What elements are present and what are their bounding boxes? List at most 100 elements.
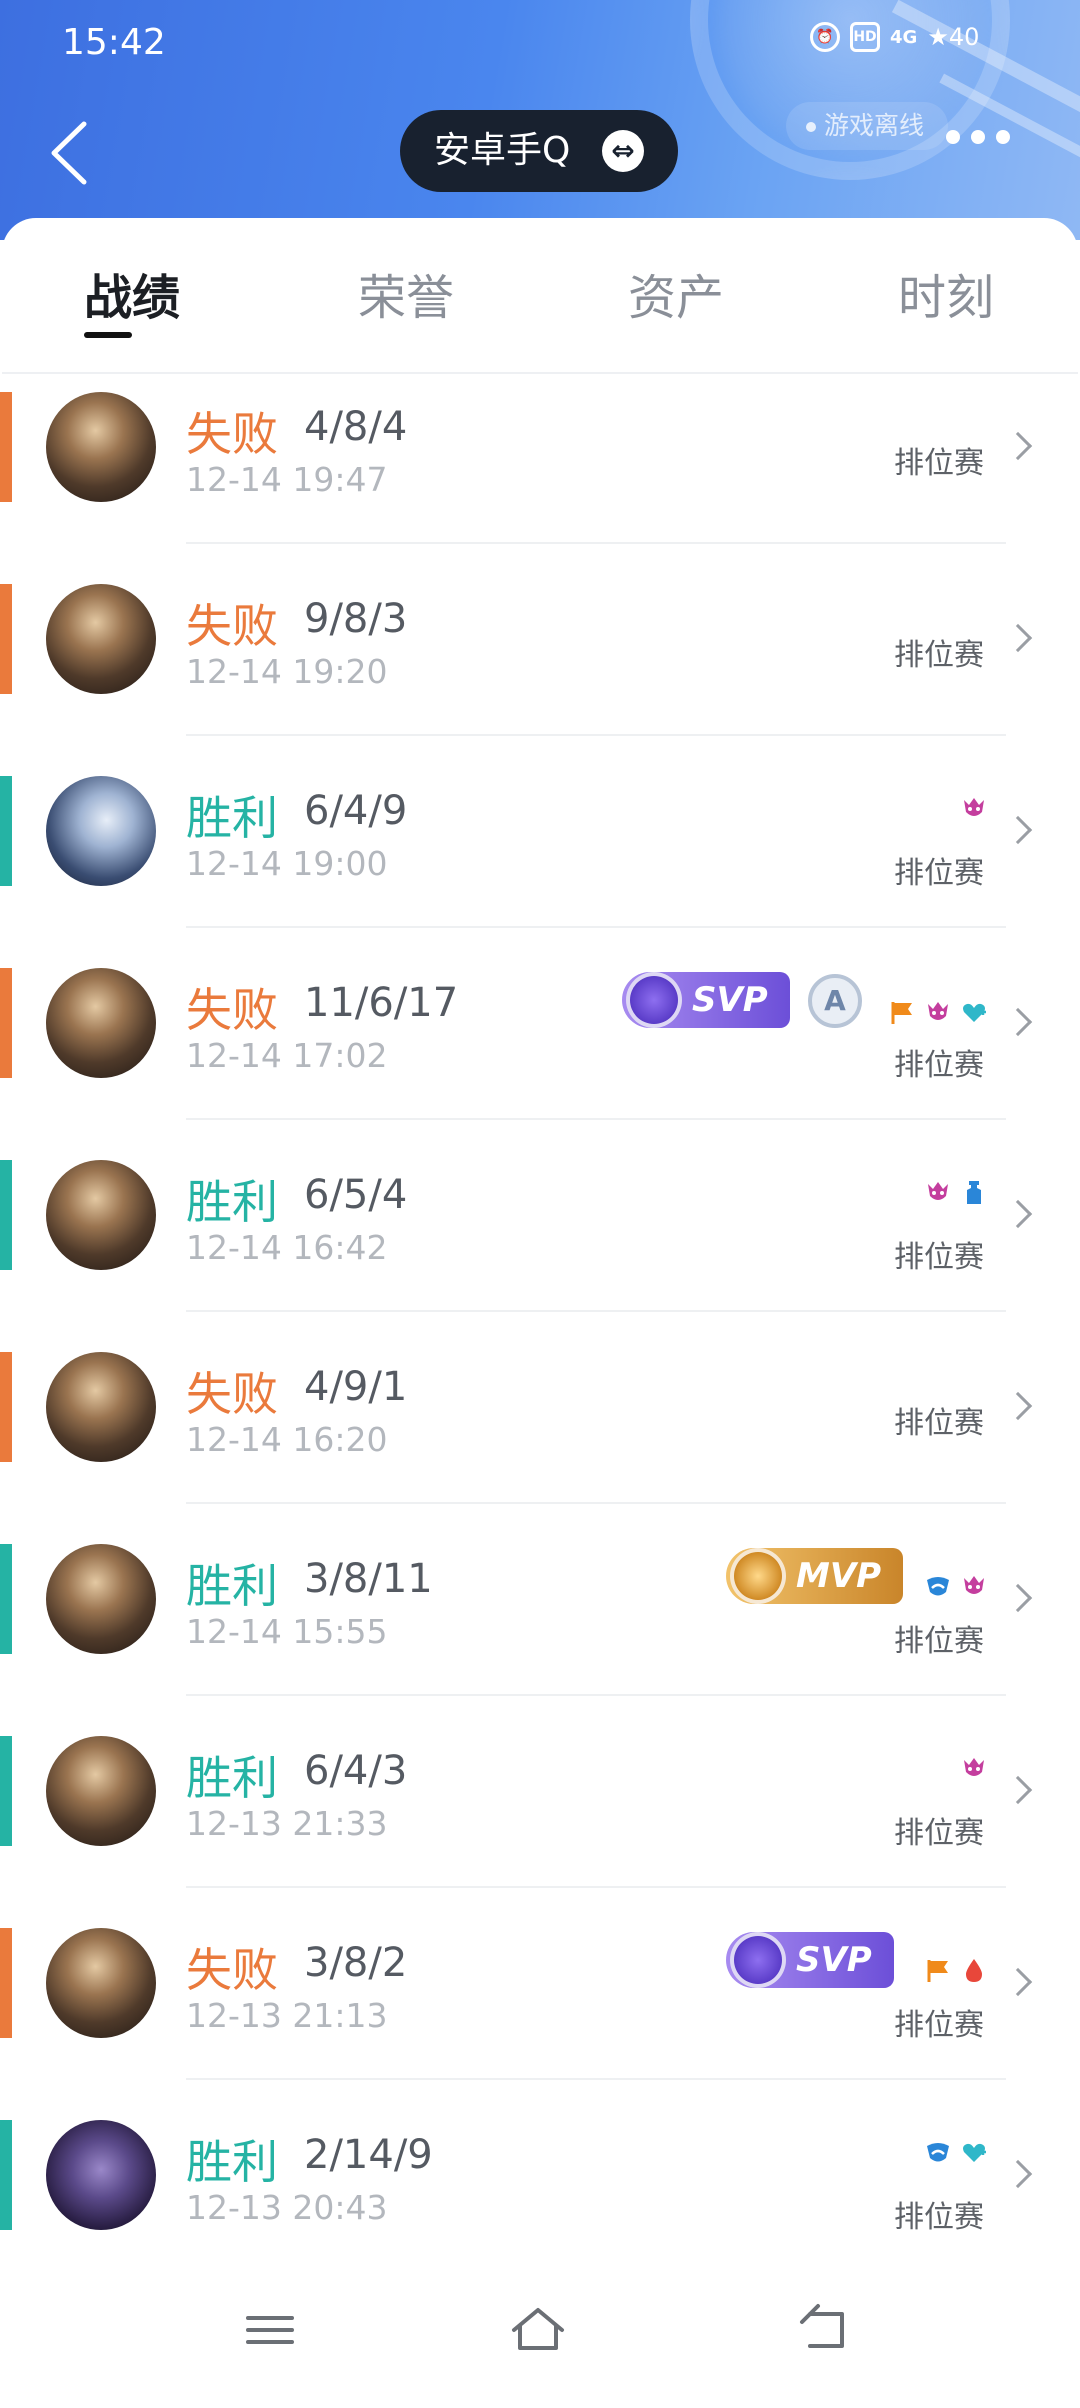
match-kda: 11/6/17 xyxy=(304,980,459,1026)
tab-honor[interactable]: 荣誉 xyxy=(358,258,454,328)
match-row[interactable]: 胜利 3/8/11 12-14 15:55 MVP 排位赛 xyxy=(0,1528,1080,1720)
alarm-icon: ⏰ xyxy=(810,22,840,52)
row-divider xyxy=(186,1118,1006,1120)
tab-record[interactable]: 战绩 xyxy=(84,258,180,338)
match-time: 12-14 17:02 xyxy=(186,1036,388,1075)
status-time: 15:42 xyxy=(62,22,166,63)
row-divider xyxy=(186,2078,1006,2080)
account-switcher[interactable]: 安卓手Q ⇔ xyxy=(400,110,678,192)
match-kda: 4/8/4 xyxy=(304,404,408,450)
match-time: 12-14 16:42 xyxy=(186,1228,388,1267)
match-kda: 2/14/9 xyxy=(304,2132,433,2178)
tab-moments[interactable]: 时刻 xyxy=(898,258,994,328)
tab-assets[interactable]: 资产 xyxy=(628,258,724,328)
match-result: 失败 xyxy=(186,599,278,653)
achievement-tags xyxy=(960,794,988,822)
mvp-badge: MVP xyxy=(726,1548,904,1604)
back-button[interactable] xyxy=(46,118,96,188)
chevron-right-icon xyxy=(1003,431,1033,461)
match-row[interactable]: 失败 4/8/4 12-14 19:47 排位赛 xyxy=(0,376,1080,568)
match-kda: 3/8/2 xyxy=(304,1940,408,1986)
menu-icon[interactable] xyxy=(240,2300,300,2360)
row-divider xyxy=(186,926,1006,928)
chevron-right-icon xyxy=(1003,1199,1033,1229)
svp-label: SVP xyxy=(796,1940,872,1980)
match-mode: 排位赛 xyxy=(894,1816,984,1851)
match-row[interactable]: 失败 3/8/2 12-13 21:13 SVP 排位赛 xyxy=(0,1912,1080,2104)
result-indicator xyxy=(0,584,12,694)
match-row[interactable]: 失败 11/6/17 12-14 17:02 SVP A 排位赛 xyxy=(0,952,1080,1144)
match-mode: 排位赛 xyxy=(894,1048,984,1083)
match-row[interactable]: 失败 4/9/1 12-14 16:20 排位赛 xyxy=(0,1336,1080,1528)
match-row[interactable]: 胜利 6/4/3 12-13 21:33 排位赛 xyxy=(0,1720,1080,1912)
more-dot-icon xyxy=(996,130,1010,144)
mvp-coin-icon xyxy=(730,1548,786,1604)
svp-badge: SVP xyxy=(726,1932,894,1988)
chevron-right-icon xyxy=(1003,2159,1033,2189)
back-icon[interactable] xyxy=(796,2300,856,2360)
match-result: 失败 xyxy=(186,1943,278,1997)
grade-a-badge: A xyxy=(808,974,862,1028)
match-result: 胜利 xyxy=(186,1751,278,1805)
match-time: 12-14 19:47 xyxy=(186,460,388,499)
match-kda: 6/4/9 xyxy=(304,788,408,834)
match-time: 12-13 20:43 xyxy=(186,2188,388,2227)
result-indicator xyxy=(0,776,12,886)
chevron-right-icon xyxy=(1003,1967,1033,1997)
heart-plus-icon xyxy=(963,2143,986,2162)
match-row[interactable]: 胜利 2/14/9 12-13 20:43 排位赛 xyxy=(0,2104,1080,2296)
match-mode: 排位赛 xyxy=(894,446,984,481)
chevron-right-icon xyxy=(1003,1583,1033,1613)
match-kda: 6/5/4 xyxy=(304,1172,408,1218)
chevron-right-icon xyxy=(1003,623,1033,653)
status-dot-icon xyxy=(806,122,816,132)
result-indicator xyxy=(0,1352,12,1462)
hero-avatar xyxy=(46,1928,156,2038)
more-dot-icon xyxy=(971,130,985,144)
match-time: 12-14 19:20 xyxy=(186,652,388,691)
achievement-tags xyxy=(960,1754,988,1782)
match-result: 胜利 xyxy=(186,2135,278,2189)
chevron-left-icon xyxy=(51,121,87,185)
match-result: 失败 xyxy=(186,1367,278,1421)
result-indicator xyxy=(0,2120,12,2230)
swap-icon: ⇔ xyxy=(602,130,644,172)
flag-icon xyxy=(891,1002,912,1024)
match-mode: 排位赛 xyxy=(894,2200,984,2235)
match-mode: 排位赛 xyxy=(894,856,984,891)
match-time: 12-14 16:20 xyxy=(186,1420,388,1459)
flag-icon xyxy=(927,1960,948,1982)
blood-drop-icon xyxy=(966,1959,982,1982)
match-row[interactable]: 胜利 6/5/4 12-14 16:42 排位赛 xyxy=(0,1144,1080,1336)
status-icons: ⏰ HD 4G ★40 xyxy=(810,22,979,52)
result-indicator xyxy=(0,392,12,502)
hero-avatar xyxy=(46,2120,156,2230)
home-icon[interactable] xyxy=(508,2300,568,2360)
mvp-label: MVP xyxy=(796,1556,882,1596)
more-button[interactable] xyxy=(946,130,1010,144)
match-result: 失败 xyxy=(186,983,278,1037)
hero-avatar xyxy=(46,1160,156,1270)
chevron-right-icon xyxy=(1003,1007,1033,1037)
row-divider xyxy=(186,734,1006,736)
row-divider xyxy=(186,1886,1006,1888)
match-mode: 排位赛 xyxy=(894,1240,984,1275)
shield-icon xyxy=(927,1577,949,1596)
match-row[interactable]: 胜利 6/4/9 12-14 19:00 排位赛 xyxy=(0,760,1080,952)
battery-icon: ★40 xyxy=(927,23,980,51)
achievement-tags xyxy=(924,1572,988,1600)
account-name: 安卓手Q xyxy=(434,130,571,171)
hd-icon: HD xyxy=(850,22,880,52)
heart-plus-icon xyxy=(963,1003,986,1022)
demon-icon xyxy=(964,798,984,816)
tower-icon xyxy=(967,1181,981,1204)
row-divider xyxy=(186,1502,1006,1504)
hero-avatar xyxy=(46,776,156,886)
hero-avatar xyxy=(46,1352,156,1462)
match-kda: 6/4/3 xyxy=(304,1748,408,1794)
match-mode: 排位赛 xyxy=(894,2008,984,2043)
signal-icon: 4G xyxy=(890,26,918,48)
row-divider xyxy=(186,1310,1006,1312)
svp-coin-icon xyxy=(626,972,682,1028)
match-row[interactable]: 失败 9/8/3 12-14 19:20 排位赛 xyxy=(0,568,1080,760)
